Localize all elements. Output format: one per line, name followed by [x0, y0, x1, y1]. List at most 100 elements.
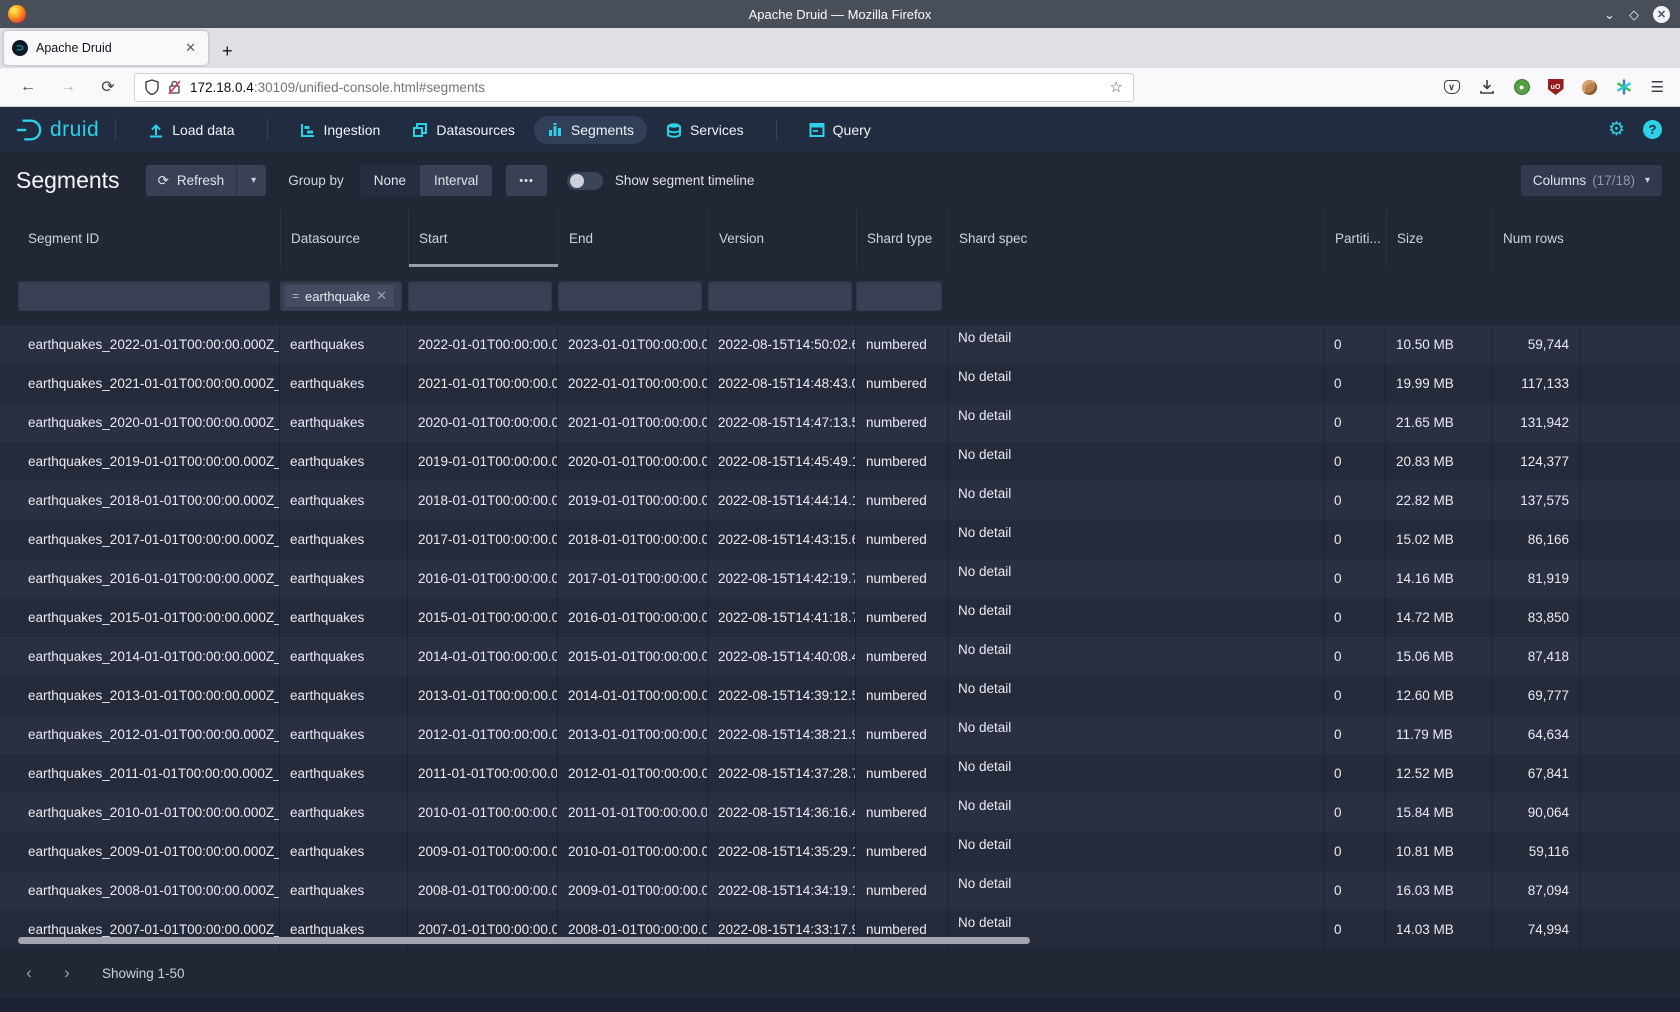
url-toolbar: ← → ⟳ 172.18.0.4:30109/unified-console.h… [0, 68, 1680, 107]
cell-start: 2018-01-01T00:00:00.0... [408, 481, 558, 520]
pocket-icon[interactable]: ∨ [1444, 80, 1460, 94]
table-row[interactable]: earthquakes_2010-01-01T00:00:00.000Z_2..… [0, 793, 1680, 832]
column-header-rows[interactable]: Num rows [1492, 209, 1580, 267]
tab-title: Apache Druid [36, 41, 181, 55]
table-row[interactable]: earthquakes_2008-01-01T00:00:00.000Z_2..… [0, 871, 1680, 910]
segment-timeline-toggle[interactable] [567, 172, 603, 190]
next-page-icon[interactable]: › [58, 963, 76, 983]
column-header-id[interactable]: Segment ID [18, 209, 280, 267]
cell-size: 10.50 MB [1386, 325, 1492, 364]
nav-item-datasources[interactable]: Datasources [399, 116, 528, 144]
group-by-none-button[interactable]: None [360, 165, 420, 196]
nav-item-segments[interactable]: Segments [534, 116, 647, 144]
cell-size: 14.72 MB [1386, 598, 1492, 637]
datasource-filter-tag[interactable]: = earthquake ✕ [285, 285, 394, 307]
prev-page-icon[interactable]: ‹ [20, 963, 38, 983]
column-header-ver[interactable]: Version [708, 209, 856, 267]
horizontal-scrollbar[interactable] [18, 937, 1030, 944]
table-row[interactable]: earthquakes_2020-01-01T00:00:00.000Z_2..… [0, 403, 1680, 442]
table-row[interactable]: earthquakes_2012-01-01T00:00:00.000Z_2..… [0, 715, 1680, 754]
close-window-icon[interactable]: ✕ [1653, 6, 1670, 23]
table-row[interactable]: earthquakes_2018-01-01T00:00:00.000Z_2..… [0, 481, 1680, 520]
start-filter-input[interactable] [408, 281, 552, 311]
table-row[interactable]: earthquakes_2022-01-01T00:00:00.000Z_2..… [0, 325, 1680, 364]
minimize-icon[interactable]: ⌄ [1604, 8, 1615, 21]
column-header-end[interactable]: End [558, 209, 708, 267]
filter-row: = earthquake ✕ [0, 267, 1680, 325]
table-row[interactable]: earthquakes_2019-01-01T00:00:00.000Z_2..… [0, 442, 1680, 481]
refresh-dropdown-button[interactable]: ▾ [236, 165, 266, 196]
menu-icon[interactable]: ☰ [1651, 78, 1664, 96]
maximize-icon[interactable]: ◇ [1629, 8, 1639, 21]
table-row[interactable]: earthquakes_2017-01-01T00:00:00.000Z_2..… [0, 520, 1680, 559]
cell-ver: 2022-08-15T14:44:14.1... [708, 481, 856, 520]
druid-logo-icon [14, 117, 44, 143]
refresh-button[interactable]: ⟳ Refresh [146, 165, 237, 196]
column-header-part[interactable]: Partiti... [1324, 209, 1386, 267]
downloads-icon[interactable] [1478, 78, 1496, 96]
datasource-filter-input[interactable]: = earthquake ✕ [280, 281, 402, 311]
cell-ds: earthquakes [280, 832, 408, 871]
remove-filter-icon[interactable]: ✕ [376, 288, 387, 304]
ublock-icon[interactable]: uO [1548, 79, 1564, 95]
privacy-extension-icon[interactable]: ● [1514, 79, 1530, 95]
table-body: earthquakes_2022-01-01T00:00:00.000Z_2..… [0, 325, 1680, 948]
table-row[interactable]: earthquakes_2021-01-01T00:00:00.000Z_2..… [0, 364, 1680, 403]
reload-button[interactable]: ⟳ [96, 77, 120, 97]
cell-ver: 2022-08-15T14:41:18.7... [708, 598, 856, 637]
table-row[interactable]: earthquakes_2015-01-01T00:00:00.000Z_2..… [0, 598, 1680, 637]
cell-start: 2022-01-01T00:00:00.0... [408, 325, 558, 364]
version-filter-input[interactable] [708, 281, 852, 311]
nav-item-services[interactable]: Services [653, 116, 757, 144]
cell-ds: earthquakes [280, 481, 408, 520]
forward-button[interactable]: → [56, 78, 80, 96]
nav-item-query[interactable]: Query [796, 116, 884, 144]
cell-id: earthquakes_2015-01-01T00:00:00.000Z_2..… [18, 598, 280, 637]
cell-part: 0 [1324, 442, 1386, 481]
druid-logo[interactable]: druid [14, 117, 99, 143]
table-row[interactable]: earthquakes_2009-01-01T00:00:00.000Z_2..… [0, 832, 1680, 871]
column-header-size[interactable]: Size [1386, 209, 1492, 267]
table-row[interactable]: earthquakes_2014-01-01T00:00:00.000Z_2..… [0, 637, 1680, 676]
filter-tag-value: earthquake [305, 289, 370, 304]
table-row[interactable]: earthquakes_2013-01-01T00:00:00.000Z_2..… [0, 676, 1680, 715]
cell-end: 2013-01-01T00:00:00.0... [558, 715, 708, 754]
cell-size: 12.60 MB [1386, 676, 1492, 715]
settings-gear-icon[interactable]: ⚙ [1608, 118, 1625, 141]
cell-st: numbered [856, 442, 948, 481]
shard-type-filter-input[interactable] [856, 281, 942, 311]
nav-item-load-data[interactable]: Load data [135, 116, 247, 144]
equals-icon: = [292, 289, 299, 303]
column-header-start[interactable]: Start [408, 209, 558, 267]
cell-rows: 137,575 [1492, 481, 1580, 520]
tab-apache-druid[interactable]: ⊃ Apache Druid ✕ [4, 31, 208, 65]
nav-divider [776, 119, 777, 141]
cell-size: 20.83 MB [1386, 442, 1492, 481]
tab-close-icon[interactable]: ✕ [181, 38, 200, 58]
insecure-lock-icon[interactable] [168, 80, 181, 95]
back-button[interactable]: ← [16, 78, 40, 96]
multi-account-extension-icon[interactable] [1615, 78, 1633, 96]
columns-label: Columns [1533, 173, 1586, 188]
cookie-extension-icon[interactable] [1582, 80, 1597, 95]
group-by-interval-button[interactable]: Interval [420, 165, 492, 196]
cell-ver: 2022-08-15T14:38:21.9... [708, 715, 856, 754]
end-filter-input[interactable] [558, 281, 702, 311]
help-icon[interactable]: ? [1643, 120, 1662, 139]
column-header-ds[interactable]: Datasource [280, 209, 408, 267]
bookmark-star-icon[interactable]: ☆ [1110, 78, 1123, 96]
url-field[interactable]: 172.18.0.4:30109/unified-console.html#se… [134, 73, 1134, 102]
new-tab-button[interactable]: + [222, 41, 233, 62]
load-data-icon [148, 122, 164, 138]
shield-icon[interactable] [145, 79, 159, 95]
column-header-st[interactable]: Shard type [856, 209, 948, 267]
cell-st: numbered [856, 637, 948, 676]
nav-item-ingestion[interactable]: Ingestion [287, 116, 394, 144]
table-row[interactable]: earthquakes_2016-01-01T00:00:00.000Z_2..… [0, 559, 1680, 598]
column-header-ss[interactable]: Shard spec [948, 209, 1324, 267]
cell-st: numbered [856, 715, 948, 754]
segment-id-filter-input[interactable] [18, 281, 270, 311]
table-row[interactable]: earthquakes_2011-01-01T00:00:00.000Z_2..… [0, 754, 1680, 793]
columns-button[interactable]: Columns (17/18) ▾ [1521, 165, 1662, 196]
more-options-button[interactable]: ••• [506, 165, 547, 196]
